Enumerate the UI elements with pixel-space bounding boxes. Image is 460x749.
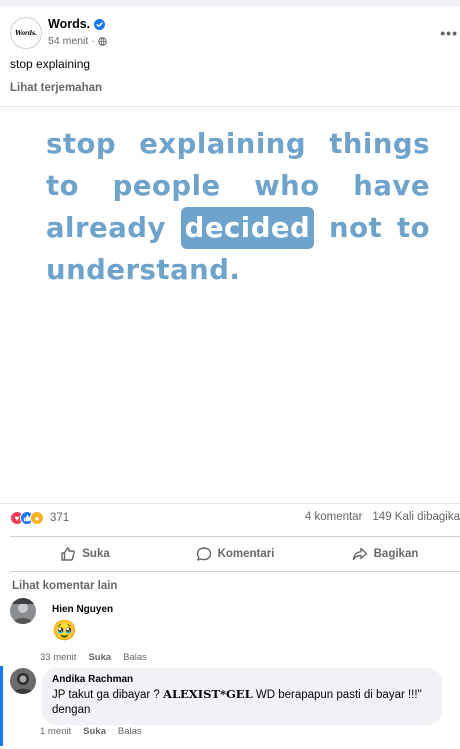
see-more-comments-link[interactable]: Lihat komentar lain (12, 580, 117, 592)
commenter-name[interactable]: Andika Rachman (52, 674, 432, 685)
see-translation-link[interactable]: Lihat terjemahan (10, 82, 102, 94)
commenter-name[interactable]: Hien Nguyen (52, 604, 113, 615)
more-options-icon[interactable]: ••• (440, 25, 458, 41)
quote-line-1: stop explaining things (46, 123, 430, 165)
comment-button[interactable]: Komentari (160, 546, 310, 562)
thumbs-up-icon (61, 547, 76, 561)
page-avatar-logo: Words. (15, 29, 37, 37)
quote-word: already (46, 212, 166, 244)
quote-line-2: to people who have (46, 165, 430, 207)
comment-bubble-icon (196, 547, 211, 561)
comment-label: Komentari (217, 548, 275, 560)
commenter-avatar[interactable] (10, 598, 36, 624)
globe-icon (97, 36, 107, 46)
quote-word: things (329, 128, 430, 160)
care-reaction-icon: ● (30, 511, 44, 525)
comment-text: JP takut ga dibayar ? ALEXIST*GEL WD ber… (52, 687, 432, 703)
comment-text-part: JP takut ga dibayar ? (52, 689, 164, 701)
post-time[interactable]: 54 menit (48, 35, 88, 47)
comment-like-button[interactable]: Suka (83, 726, 106, 737)
like-label: Suka (82, 548, 110, 560)
share-count[interactable]: 149 Kali dibagika (372, 511, 460, 523)
quote-word: stop (46, 128, 117, 160)
post-caption: stop explaining (10, 57, 91, 71)
quote-word: people (112, 170, 221, 202)
comment-text: 🥹 (52, 620, 77, 642)
quote-word: understand. (46, 254, 241, 286)
quote-word: who (254, 170, 320, 202)
like-button[interactable]: Suka (10, 546, 160, 562)
share-label: Bagikan (373, 548, 419, 560)
quote-word: to (396, 212, 430, 244)
engagement-counts: 4 komentar 149 Kali dibagika (305, 511, 460, 523)
quote-word: have (353, 170, 430, 202)
post-meta: 54 menit · (48, 35, 107, 47)
reaction-count[interactable]: 371 (50, 512, 69, 524)
comment-text-line2: dengan (52, 704, 91, 716)
post-card: Words. Words. 54 menit · ••• stop explai… (0, 6, 460, 749)
comment-time[interactable]: 33 menit (40, 652, 76, 663)
comment-meta: 1 menit Suka Balas (40, 726, 142, 737)
page-avatar[interactable]: Words. (10, 17, 42, 49)
quote-highlight: decided (180, 207, 315, 249)
quote-word: not (329, 212, 383, 244)
quote-word: to (46, 170, 80, 202)
page-name[interactable]: Words. (48, 17, 90, 31)
quote-text: stop explaining things to people who hav… (46, 123, 430, 291)
new-comment-indicator (0, 666, 3, 746)
commenter-avatar[interactable] (10, 668, 36, 694)
comment-text-bold: ALEXIST*GEL (163, 687, 253, 701)
comment-time[interactable]: 1 menit (40, 726, 71, 737)
comment-bubble: Andika Rachman JP takut ga dibayar ? ALE… (42, 668, 442, 725)
quote-line-4: understand. (46, 249, 430, 291)
reaction-summary[interactable]: ♥ ● 371 (10, 511, 69, 525)
post-header: Words. Words. 54 menit · ••• (10, 17, 460, 53)
page-name-row: Words. (48, 17, 106, 31)
comment-text-part: WD berapapun pasti di bayar !!!" (252, 689, 422, 701)
action-bar: Suka Komentari Bagikan (10, 536, 460, 572)
quote-line-3: already decided not to (46, 207, 430, 249)
meta-separator: · (91, 35, 95, 47)
comment-reply-button[interactable]: Balas (118, 726, 142, 737)
quote-word: explaining (139, 128, 307, 160)
comment-bubble: Hien Nguyen 🥹 (42, 598, 124, 650)
share-arrow-icon (352, 547, 367, 561)
share-button[interactable]: Bagikan (310, 546, 460, 562)
comment-count[interactable]: 4 komentar (305, 511, 363, 523)
verified-badge-icon (94, 18, 106, 30)
comment-meta: 33 menit Suka Balas (40, 652, 147, 663)
comment-like-button[interactable]: Suka (88, 652, 111, 663)
comment-reply-button[interactable]: Balas (123, 652, 147, 663)
